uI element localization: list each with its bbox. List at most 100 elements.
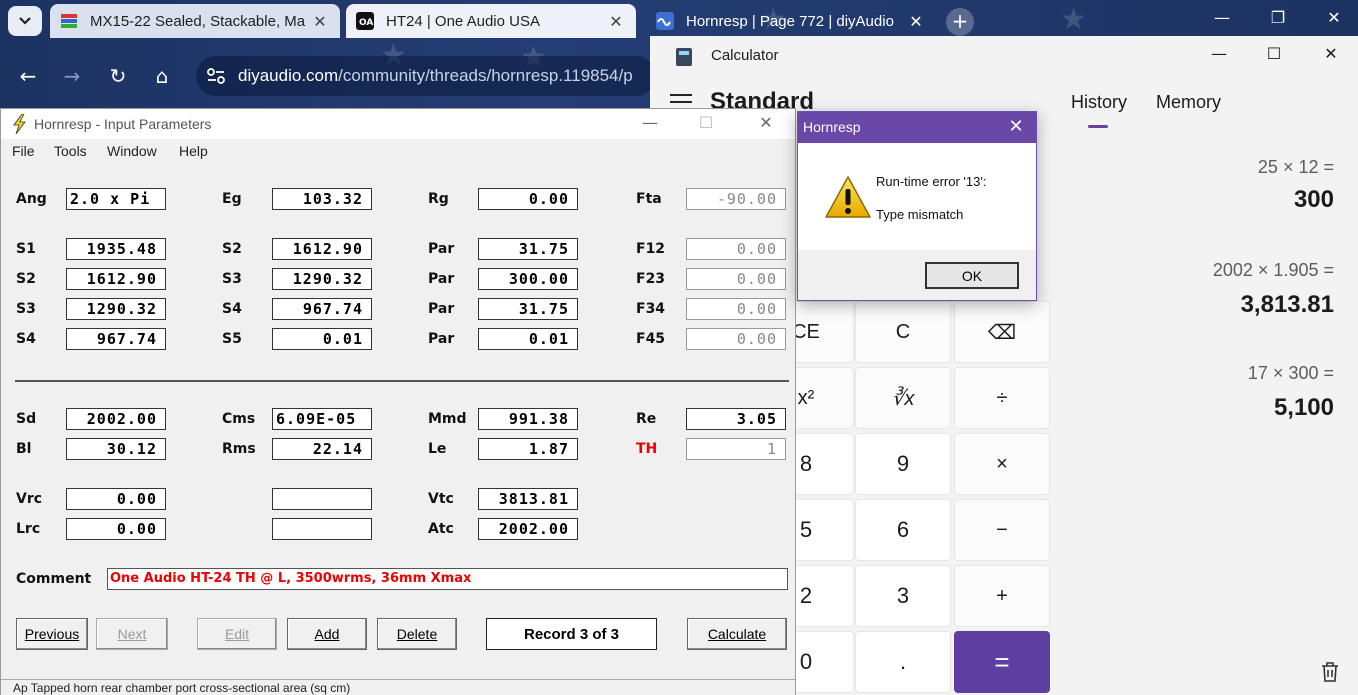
hornresp-title: Hornresp - Input Parameters bbox=[34, 116, 212, 132]
field-f45[interactable]: 0.00 bbox=[686, 328, 786, 350]
field-re[interactable]: 3.05 bbox=[686, 408, 786, 430]
tab-search-button[interactable] bbox=[8, 6, 42, 36]
maximize-icon[interactable]: ☐ bbox=[1259, 44, 1289, 63]
menu-file[interactable]: File bbox=[12, 143, 35, 159]
minimize-icon[interactable]: — bbox=[1204, 44, 1234, 63]
field-s4[interactable]: 967.74 bbox=[272, 298, 372, 320]
field-cms[interactable]: 6.09E-05 bbox=[272, 408, 372, 430]
digit-3-button[interactable]: 3 bbox=[855, 565, 951, 627]
field-par[interactable]: 0.01 bbox=[478, 328, 578, 350]
close-icon[interactable]: ✕ bbox=[751, 113, 781, 132]
error-dialog: Hornresp ✕ Run-time error '13': Type mis… bbox=[797, 111, 1037, 301]
browser-tab-active[interactable]: Hornresp | Page 772 | diyAudio ✕ bbox=[646, 4, 936, 38]
close-icon[interactable]: ✕ bbox=[904, 12, 928, 31]
calculate-button[interactable]: Calculate bbox=[687, 618, 787, 650]
field-rg[interactable]: 0.00 bbox=[478, 188, 578, 210]
address-bar[interactable]: diyaudio.com/community/threads/hornresp.… bbox=[196, 56, 656, 96]
field-s3[interactable]: 1290.32 bbox=[66, 298, 166, 320]
field-s3[interactable]: 1290.32 bbox=[272, 268, 372, 290]
browser-tab[interactable]: MX15-22 Sealed, Stackable, Ma ✕ bbox=[50, 4, 340, 38]
close-icon[interactable]: ✕ bbox=[1314, 8, 1354, 27]
divide-button[interactable]: ÷ bbox=[954, 367, 1050, 429]
field-mmd[interactable]: 991.38 bbox=[478, 408, 578, 430]
field-bl[interactable]: 30.12 bbox=[66, 438, 166, 460]
multiply-button[interactable]: × bbox=[954, 433, 1050, 495]
field-eg[interactable]: 103.32 bbox=[272, 188, 372, 210]
field-s1[interactable]: 1935.48 bbox=[66, 238, 166, 260]
history-expression[interactable]: 25 × 12 = bbox=[1258, 157, 1334, 178]
field-f34[interactable]: 0.00 bbox=[686, 298, 786, 320]
field-fta[interactable]: -90.00 bbox=[686, 188, 786, 210]
field-par[interactable]: 31.75 bbox=[478, 298, 578, 320]
tab-history[interactable]: History bbox=[1071, 92, 1127, 113]
field-s4[interactable]: 967.74 bbox=[66, 328, 166, 350]
menu-help[interactable]: Help bbox=[179, 143, 208, 159]
field-s2[interactable]: 1612.90 bbox=[66, 268, 166, 290]
digit-6-button[interactable]: 6 bbox=[855, 499, 951, 561]
digit-9-button[interactable]: 9 bbox=[855, 433, 951, 495]
calculator-title: Calculator bbox=[711, 47, 779, 64]
tab-memory[interactable]: Memory bbox=[1156, 92, 1221, 113]
history-result[interactable]: 5,100 bbox=[1274, 394, 1334, 422]
field-vrc[interactable]: 0.00 bbox=[66, 488, 166, 510]
field-empty[interactable] bbox=[272, 488, 372, 510]
backspace-icon: ⌫ bbox=[987, 321, 1017, 344]
field-sd[interactable]: 2002.00 bbox=[66, 408, 166, 430]
clear-button[interactable]: C bbox=[855, 301, 951, 363]
home-icon[interactable]: ⌂ bbox=[148, 62, 176, 90]
cube-root-button[interactable]: ∛x bbox=[855, 367, 951, 429]
next-button[interactable]: Next bbox=[96, 618, 168, 650]
minimize-icon[interactable]: — bbox=[635, 113, 665, 132]
history-expression[interactable]: 2002 × 1.905 = bbox=[1213, 260, 1334, 281]
field-par[interactable]: 31.75 bbox=[478, 238, 578, 260]
backspace-button[interactable]: ⌫ bbox=[954, 301, 1050, 363]
label-s2: S2 bbox=[16, 271, 36, 287]
decimal-button[interactable]: . bbox=[855, 631, 951, 693]
close-icon[interactable]: ✕ bbox=[308, 12, 332, 31]
comment-field[interactable]: One Audio HT-24 TH @ L, 3500wrms, 36mm X… bbox=[107, 568, 788, 590]
field-atc[interactable]: 2002.00 bbox=[478, 518, 578, 540]
close-icon[interactable]: ✕ bbox=[1004, 116, 1028, 137]
minimize-icon[interactable]: — bbox=[1202, 8, 1242, 27]
add-button[interactable]: Add bbox=[287, 618, 367, 650]
dialog-title: Hornresp bbox=[803, 119, 861, 135]
reload-icon[interactable]: ↻ bbox=[104, 62, 132, 90]
browser-tab[interactable]: OA HT24 | One Audio USA ✕ bbox=[346, 4, 636, 38]
edit-button[interactable]: Edit bbox=[197, 618, 277, 650]
field-s5[interactable]: 0.01 bbox=[272, 328, 372, 350]
label-f12: F12 bbox=[636, 241, 666, 257]
field-s2[interactable]: 1612.90 bbox=[272, 238, 372, 260]
previous-button[interactable]: Previous bbox=[16, 618, 88, 650]
new-tab-button[interactable]: + bbox=[946, 8, 974, 36]
field-empty[interactable] bbox=[272, 518, 372, 540]
maximize-icon[interactable]: ☐ bbox=[691, 113, 721, 132]
field-f12[interactable]: 0.00 bbox=[686, 238, 786, 260]
history-result[interactable]: 3,813.81 bbox=[1241, 291, 1334, 319]
history-expression[interactable]: 17 × 300 = bbox=[1248, 363, 1334, 384]
close-icon[interactable]: ✕ bbox=[604, 12, 628, 31]
field-le[interactable]: 1.87 bbox=[478, 438, 578, 460]
menu-window[interactable]: Window bbox=[107, 143, 157, 159]
field-th[interactable]: 1 bbox=[686, 438, 786, 460]
field-vtc[interactable]: 3813.81 bbox=[478, 488, 578, 510]
field-par[interactable]: 300.00 bbox=[478, 268, 578, 290]
menu-tools[interactable]: Tools bbox=[54, 143, 87, 159]
field-rms[interactable]: 22.14 bbox=[272, 438, 372, 460]
minus-button[interactable]: − bbox=[954, 499, 1050, 561]
history-result[interactable]: 300 bbox=[1294, 186, 1334, 214]
back-arrow-icon[interactable]: ← bbox=[14, 62, 42, 90]
restore-icon[interactable]: ❐ bbox=[1258, 8, 1298, 27]
delete-button[interactable]: Delete bbox=[377, 618, 457, 650]
url-path: /community/threads/hornresp.119854/p bbox=[338, 66, 633, 85]
equals-button[interactable]: = bbox=[954, 631, 1050, 693]
field-f23[interactable]: 0.00 bbox=[686, 268, 786, 290]
label-bl: Bl bbox=[16, 441, 32, 457]
field-ang[interactable]: 2.0 x Pi bbox=[66, 188, 166, 210]
close-icon[interactable]: ✕ bbox=[1316, 44, 1346, 63]
forward-arrow-icon[interactable]: → bbox=[58, 62, 86, 90]
site-info-icon[interactable] bbox=[206, 67, 226, 85]
ok-button[interactable]: OK bbox=[925, 262, 1019, 289]
trash-icon[interactable] bbox=[1318, 660, 1342, 684]
field-lrc[interactable]: 0.00 bbox=[66, 518, 166, 540]
plus-button[interactable]: + bbox=[954, 565, 1050, 627]
